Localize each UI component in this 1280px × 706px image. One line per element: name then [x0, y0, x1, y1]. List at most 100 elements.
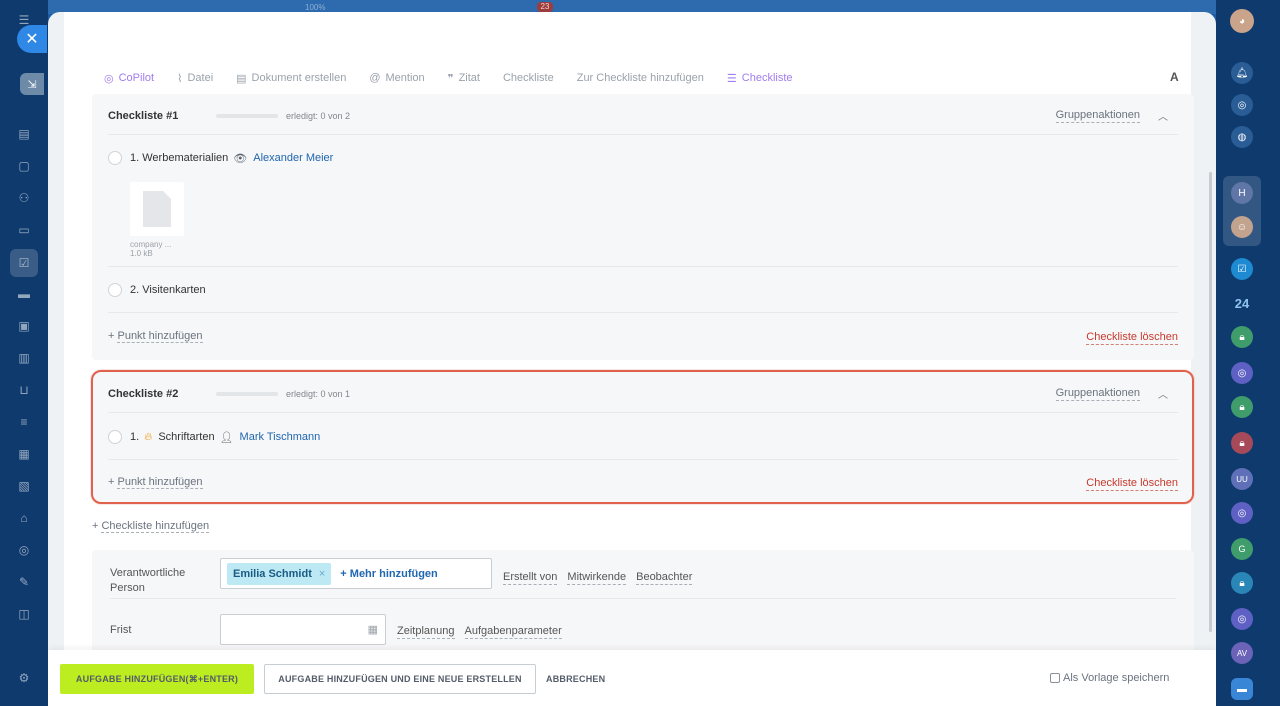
responsible-user-tag[interactable]: Emilia Schmidt × — [227, 562, 332, 585]
notifications-icon[interactable]: 🔔︎ — [1231, 62, 1253, 84]
font-format-button[interactable]: A — [1170, 70, 1179, 84]
item-text[interactable]: Visitenkarten — [142, 284, 205, 296]
copilot-chat-icon[interactable]: ◎ — [1231, 94, 1253, 116]
toolbar-copilot-button[interactable]: ◎ CoPilot — [104, 72, 154, 85]
contacts-icon[interactable]: ⚇ — [16, 190, 32, 206]
feed-icon[interactable]: ▤ — [16, 126, 32, 142]
toolbar-mention-button[interactable]: @ Mention — [369, 72, 424, 84]
eye-icon: 👁︎ — [233, 152, 248, 165]
add-checklist-link[interactable]: + Checkliste hinzufügen — [92, 520, 210, 533]
left-sidebar: ☰ ▤ ▢ ⚇ ▭ ☑ ▬ ▣ ▥ ⊔ ≡ ▦ ▧ ⌂ ◎ ✎ ◫ ⚙ — [0, 0, 48, 706]
collapse-icon[interactable]: ︿ — [1158, 386, 1168, 401]
background-badge: 23 — [537, 2, 553, 12]
group-actions-link[interactable]: Gruppenaktionen — [1055, 108, 1140, 123]
task-parameters-link[interactable]: Aufgabenparameter — [464, 624, 562, 639]
sites-icon[interactable]: ▣ — [16, 318, 32, 334]
filter-icon[interactable]: ≡ — [16, 414, 32, 430]
crm-icon[interactable]: ▬ — [16, 286, 32, 302]
divider — [110, 598, 1176, 599]
checklist-icon: ☰ — [726, 72, 737, 85]
collapse-icon[interactable]: ︿ — [1158, 108, 1168, 123]
docs-icon[interactable]: ▭ — [16, 222, 32, 238]
toolbar-quote-button[interactable]: ❞ Zitat — [448, 72, 480, 85]
file-thumbnail[interactable] — [130, 182, 184, 236]
chat-icon[interactable]: ▢ — [16, 158, 32, 174]
item-checkbox[interactable] — [108, 151, 122, 165]
item-text[interactable]: Werbematerialien — [142, 152, 228, 164]
delete-checklist-link[interactable]: Checkliste löschen — [1086, 476, 1178, 491]
file-size: 1.0 kB — [130, 249, 153, 258]
checklist-title[interactable]: Checkliste #2 — [108, 388, 216, 400]
task-editor-panel: ◎ CoPilot ⌇ Datei ▤ Dokument erstellen @… — [48, 12, 1216, 706]
participants-link[interactable]: Mitwirkende — [567, 570, 627, 585]
item-text[interactable]: Schriftarten — [158, 431, 214, 443]
toolbar-create-document-button[interactable]: ▤ Dokument erstellen — [236, 72, 346, 85]
created-by-link[interactable]: Erstellt von — [503, 570, 558, 585]
toolbar-file-button[interactable]: ⌇ Datei — [177, 72, 213, 85]
add-point-link[interactable]: + Punkt hinzufügen — [108, 476, 203, 489]
remove-user-icon[interactable]: × — [319, 568, 325, 580]
tasks-icon[interactable]: ☑ — [10, 249, 38, 277]
sign-icon[interactable]: ✎ — [16, 574, 32, 590]
close-slider-button[interactable]: ✕ — [17, 25, 47, 53]
tasks-chat-icon[interactable]: ☑ — [1231, 258, 1253, 280]
responsible-label: Verantwortliche Person — [110, 567, 186, 594]
checklist-progress-bar — [216, 392, 278, 396]
archive-icon[interactable]: ◫ — [16, 606, 32, 622]
add-point-link[interactable]: + Punkt hinzufügen — [108, 330, 203, 343]
calendar-icon[interactable]: ▦ — [368, 623, 378, 636]
toolbar-add-to-checklist-button[interactable]: Zur Checkliste hinzufügen — [577, 72, 704, 84]
copilot-chat-4-icon[interactable]: ◎ — [1231, 608, 1253, 630]
avatar-uu[interactable]: UU — [1231, 468, 1253, 490]
cancel-button[interactable]: ABBRECHEN — [546, 664, 605, 694]
avatar-av[interactable]: AV — [1231, 642, 1253, 664]
user-avatar[interactable]: ◕ — [1230, 9, 1254, 33]
responsible-input[interactable]: Emilia Schmidt × + Mehr hinzufügen — [220, 558, 492, 589]
item-checkbox[interactable] — [108, 430, 122, 444]
task-editor-body: ◎ CoPilot ⌇ Datei ▤ Dokument erstellen @… — [64, 12, 1194, 660]
planning-link[interactable]: Zeitplanung — [397, 624, 455, 639]
search-chat-icon[interactable]: ◍ — [1231, 126, 1253, 148]
fire-icon: 🔥︎ — [144, 430, 153, 443]
scrollbar[interactable] — [1209, 172, 1212, 632]
avatar-h[interactable]: H — [1231, 182, 1253, 204]
divider — [108, 312, 1178, 313]
mail-icon[interactable]: ▦ — [16, 446, 32, 462]
lock-chat-3-icon[interactable]: 🔒︎ — [1231, 432, 1253, 454]
robot-icon[interactable]: ⌂ — [16, 510, 32, 526]
copilot-chat-2-icon[interactable]: ◎ — [1231, 362, 1253, 384]
copilot-rail-icon[interactable]: ◎ — [16, 542, 32, 558]
item-checkbox[interactable] — [108, 283, 122, 297]
calendar-icon[interactable]: ▧ — [16, 478, 32, 494]
attached-file[interactable]: company ... 1.0 kB — [130, 182, 184, 258]
avatar-person[interactable]: ☺ — [1231, 216, 1253, 238]
deadline-input[interactable]: ▦ — [220, 614, 386, 645]
item-user-link[interactable]: Alexander Meier — [253, 152, 333, 164]
analytics-icon[interactable]: ▥ — [16, 350, 32, 366]
badge-24[interactable]: 24 — [1231, 292, 1253, 314]
lock-chat-icon[interactable]: 🔒︎ — [1231, 326, 1253, 348]
add-more-link[interactable]: + Mehr hinzufügen — [340, 568, 437, 580]
checklist-header: Checkliste #1 erledigt: 0 von 2 Gruppena… — [108, 108, 1178, 124]
copilot-chat-3-icon[interactable]: ◎ — [1231, 502, 1253, 524]
settings-icon[interactable]: ⚙ — [16, 670, 32, 686]
item-user-link[interactable]: Mark Tischmann — [240, 431, 321, 443]
avatar-g[interactable]: G — [1231, 538, 1253, 560]
add-task-button[interactable]: AUFGABE HINZUFÜGEN(⌘+ENTER) — [60, 664, 254, 694]
add-task-and-new-button[interactable]: AUFGABE HINZUFÜGEN UND EINE NEUE ERSTELL… — [264, 664, 536, 694]
group-actions-link[interactable]: Gruppenaktionen — [1055, 386, 1140, 401]
minimize-slider-button[interactable]: ⇲ — [20, 73, 44, 95]
observers-link[interactable]: Beobachter — [636, 570, 693, 585]
editor-toolbar: ◎ CoPilot ⌇ Datei ▤ Dokument erstellen @… — [104, 70, 1184, 86]
checkbox[interactable] — [1050, 673, 1060, 683]
checklist-title[interactable]: Checkliste #1 — [108, 110, 216, 122]
save-as-template-checkbox[interactable]: Als Vorlage speichern — [1050, 672, 1169, 684]
quote-icon: ❞ — [447, 72, 454, 85]
messages-icon[interactable]: ▬ — [1231, 678, 1253, 700]
lock-chat-2-icon[interactable]: 🔒︎ — [1231, 396, 1253, 418]
cart-icon[interactable]: ⊔ — [16, 382, 32, 398]
lock-chat-4-icon[interactable]: 🔒︎ — [1231, 572, 1253, 594]
toolbar-checklist-button[interactable]: Checkliste — [503, 72, 554, 84]
delete-checklist-link[interactable]: Checkliste löschen — [1086, 330, 1178, 345]
toolbar-checklist-active-button[interactable]: ☰ Checkliste — [727, 72, 793, 85]
